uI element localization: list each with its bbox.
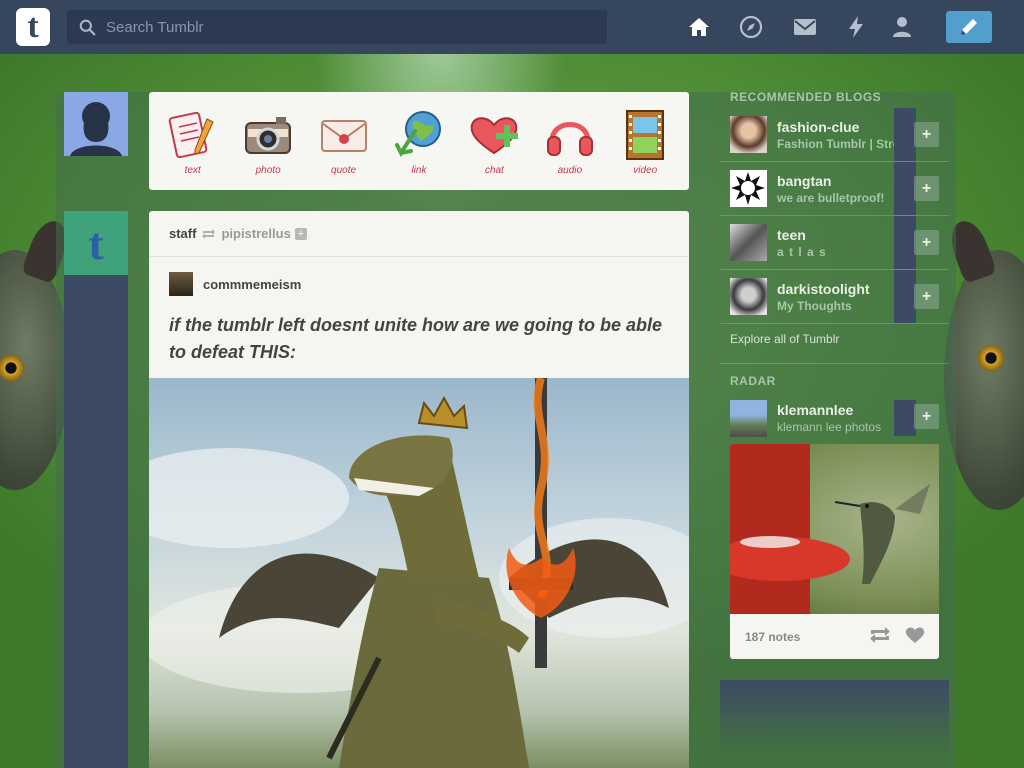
post-header: staff pipistrellus + [149, 211, 689, 257]
post-type-label: text [184, 164, 201, 176]
pencil-icon [961, 19, 977, 35]
radar-post: 187 notes [730, 444, 939, 659]
recommended-blogs-heading: RECOMMENDED BLOGS [730, 90, 882, 104]
post-type-label: photo [255, 164, 281, 176]
heart-plus-icon [471, 116, 519, 154]
blog-title: we are bulletproof! [777, 190, 885, 205]
headphones-icon [546, 121, 593, 156]
recommended-blog-item[interactable]: bangtan we are bulletproof! + [720, 162, 949, 216]
reblog-icon[interactable] [869, 626, 891, 644]
reblog-trail-header: commmemeism [149, 257, 689, 296]
post-type-text[interactable]: text [158, 107, 228, 176]
post-type-selector: text photo quote link chat audio video [149, 92, 689, 190]
background-creature-right [944, 215, 1024, 510]
post-author-link[interactable]: staff [169, 226, 196, 241]
notepad-icon [168, 111, 214, 158]
lightning-icon[interactable] [844, 15, 868, 39]
person-icon[interactable] [890, 15, 914, 39]
film-icon [626, 109, 665, 160]
follow-button[interactable]: + [914, 404, 939, 429]
blog-avatar[interactable] [730, 170, 767, 207]
reblog-icon [202, 228, 216, 239]
explore-link[interactable]: Explore all of Tumblr [720, 324, 949, 364]
blog-name[interactable]: fashion-clue [777, 119, 904, 135]
post-source-link[interactable]: pipistrellus [221, 226, 290, 241]
blog-avatar[interactable] [730, 116, 767, 153]
blog-title: a t l a s [777, 244, 827, 259]
compass-icon[interactable] [739, 15, 763, 39]
blog-avatar[interactable] [730, 224, 767, 261]
radar-blog-item[interactable]: klemannlee klemann lee photos + [720, 392, 949, 444]
blog-title: Fashion Tumblr | Street Style [777, 136, 904, 151]
my-avatar[interactable] [64, 92, 128, 156]
staff-avatar[interactable]: t [64, 211, 128, 275]
post-type-video[interactable]: video [610, 107, 680, 176]
top-navigation-bar: t [0, 0, 1024, 54]
follow-button[interactable]: + [914, 230, 939, 255]
blog-avatar[interactable] [730, 399, 767, 437]
sidebar-bottom-panel [720, 680, 949, 756]
post-type-audio[interactable]: audio [535, 107, 605, 176]
recommended-blog-item[interactable]: fashion-clue Fashion Tumblr | Street Sty… [720, 108, 949, 162]
compose-button[interactable] [946, 11, 992, 43]
post-type-label: chat [484, 164, 504, 176]
bts-starburst-icon [731, 172, 765, 205]
blog-name[interactable]: bangtan [777, 173, 904, 189]
tumblr-logo[interactable]: t [16, 8, 50, 46]
blog-name[interactable]: klemannlee [777, 402, 904, 418]
reblogger-avatar[interactable] [169, 272, 193, 296]
follow-source-button[interactable]: + [294, 227, 307, 240]
post-card: staff pipistrellus + commmemeism if the … [149, 211, 689, 768]
blog-name[interactable]: teen [777, 227, 904, 243]
notes-count[interactable]: 187 notes [745, 630, 800, 644]
radar-post-image[interactable] [730, 444, 939, 614]
follow-button[interactable]: + [914, 122, 939, 147]
post-type-label: video [633, 164, 658, 176]
blog-avatar[interactable] [730, 278, 767, 315]
post-type-chat[interactable]: chat [459, 107, 529, 176]
tumblr-t-icon: t [88, 217, 104, 269]
recommended-blog-item[interactable]: darkistoolight My Thoughts + [720, 270, 949, 324]
globe-arrow-icon [394, 110, 441, 157]
reblogger-name[interactable]: commmemeism [203, 277, 301, 292]
dragon-illustration [149, 378, 689, 768]
hummingbird-photo [730, 444, 930, 614]
envelope-icon [320, 119, 367, 152]
search-input[interactable] [106, 18, 586, 36]
recommended-blog-item[interactable]: teen a t l a s + [720, 216, 949, 270]
silhouette-icon [70, 102, 122, 156]
post-type-label: quote [331, 164, 357, 176]
follow-button[interactable]: + [914, 176, 939, 201]
search-icon [79, 19, 96, 35]
radar-heading: RADAR [730, 374, 776, 388]
heart-icon[interactable] [905, 626, 925, 644]
post-type-label: link [411, 164, 427, 176]
search-bar[interactable] [67, 10, 607, 44]
post-image[interactable] [149, 378, 689, 768]
avatar-column [64, 275, 128, 768]
mail-icon[interactable] [793, 15, 817, 39]
post-text: if the tumblr left doesnt unite how are … [169, 315, 663, 362]
radar-post-footer: 187 notes [730, 614, 939, 659]
follow-button[interactable]: + [914, 284, 939, 309]
post-type-photo[interactable]: photo [233, 107, 303, 176]
post-type-quote[interactable]: quote [309, 107, 379, 176]
post-type-link[interactable]: link [384, 107, 454, 176]
camera-icon [245, 116, 292, 154]
post-type-label: audio [557, 164, 583, 176]
sidebar: RECOMMENDED BLOGS fashion-clue Fashion T… [720, 88, 949, 756]
blog-title: My Thoughts [777, 298, 852, 313]
blog-title: klemann lee photos [777, 420, 882, 434]
home-icon[interactable] [687, 15, 711, 39]
blog-name[interactable]: darkistoolight [777, 281, 904, 297]
